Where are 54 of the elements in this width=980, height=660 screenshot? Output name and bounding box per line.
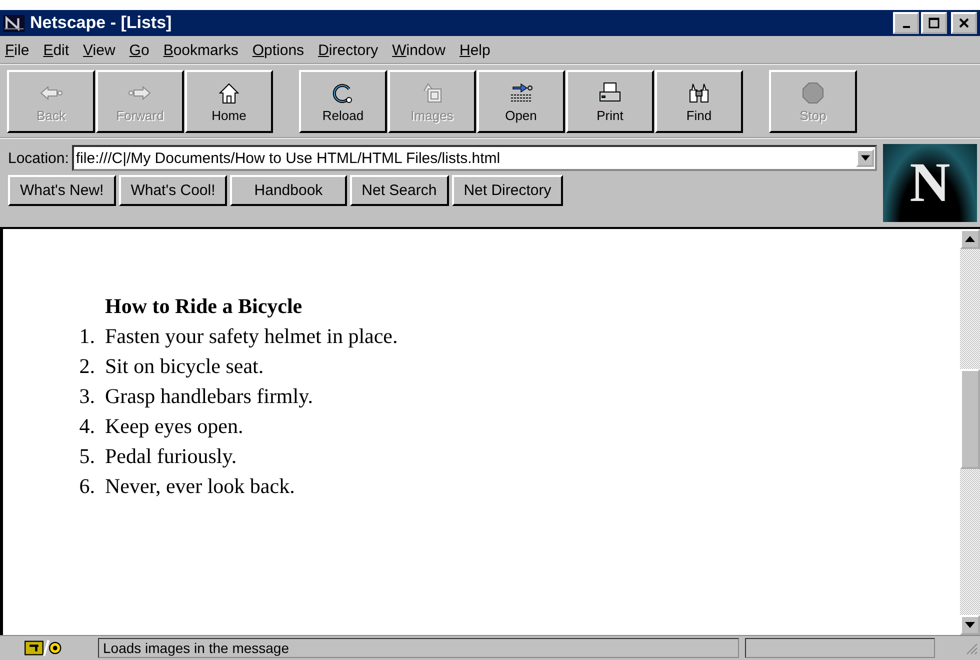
close-icon	[958, 17, 970, 29]
close-button[interactable]	[951, 12, 977, 34]
window-title: Netscape - [Lists]	[30, 13, 173, 33]
logo: N	[883, 144, 977, 222]
menu-item[interactable]: Bookmarks	[163, 42, 238, 59]
directory-button[interactable]: What's New!	[8, 175, 116, 206]
down-arrow-icon	[965, 622, 975, 628]
menu-item[interactable]: Edit	[43, 42, 70, 59]
list-item: Keep eyes open.	[105, 413, 244, 440]
app-icon	[3, 14, 25, 32]
menu-item[interactable]: Help	[459, 42, 490, 59]
list-number: 3.	[78, 383, 96, 410]
maximize-button[interactable]	[921, 12, 947, 34]
list-number: 5.	[78, 443, 96, 470]
list-item: Never, ever look back.	[105, 473, 295, 500]
menu-item[interactable]: File	[5, 42, 30, 59]
maximize-icon	[928, 17, 940, 29]
minimize-icon	[902, 26, 910, 28]
directory-button[interactable]: Net Directory	[452, 175, 564, 206]
directory-button[interactable]: Net Search	[350, 175, 449, 206]
list-item: Sit on bicycle seat.	[105, 353, 264, 380]
toolbar-button[interactable]: Find	[655, 70, 743, 133]
list-item: Fasten your safety helmet in place.	[105, 323, 398, 350]
security-key-icon	[24, 638, 64, 658]
list-heading: How to Ride a Bicycle	[105, 293, 304, 320]
list-item: Pedal furiously.	[105, 443, 237, 470]
list-number: 2.	[78, 353, 96, 380]
location-label: Location:	[8, 150, 69, 166]
resize-grip-icon[interactable]	[964, 641, 978, 655]
vertical-scrollbar[interactable]	[960, 229, 980, 635]
scroll-thumb[interactable]	[960, 369, 980, 469]
toolbar-button[interactable]: Reload	[299, 70, 387, 133]
scroll-up-button[interactable]	[960, 229, 980, 249]
scroll-down-button[interactable]	[960, 615, 980, 635]
menu-item[interactable]: Options	[252, 42, 304, 59]
caret-icon	[860, 155, 870, 161]
list-item: Grasp handlebars firmly.	[105, 383, 313, 410]
up-arrow-icon	[965, 236, 975, 242]
directory-button[interactable]: Handbook	[230, 175, 347, 206]
dropdown-button[interactable]	[856, 149, 874, 167]
menu-item[interactable]: Go	[129, 42, 150, 59]
list-number: 4.	[78, 413, 96, 440]
minimize-button[interactable]	[893, 12, 919, 34]
toolbar-button[interactable]: Home	[185, 70, 273, 133]
list-number: 6.	[78, 473, 96, 500]
menu-item[interactable]: View	[83, 42, 116, 59]
directory-button[interactable]: What's Cool!	[118, 175, 228, 206]
list-number: 1.	[78, 323, 96, 350]
menu-item[interactable]: Window	[392, 42, 446, 59]
toolbar-button[interactable]: Open	[477, 70, 565, 133]
toolbar-button[interactable]: Print	[566, 70, 654, 133]
menu-item[interactable]: Directory	[318, 42, 378, 59]
location-field[interactable]: file:///C|/My Documents/How to Use HTML/HTML Files/lists.html	[72, 145, 877, 171]
status-message: Loads images in the message	[98, 638, 739, 658]
